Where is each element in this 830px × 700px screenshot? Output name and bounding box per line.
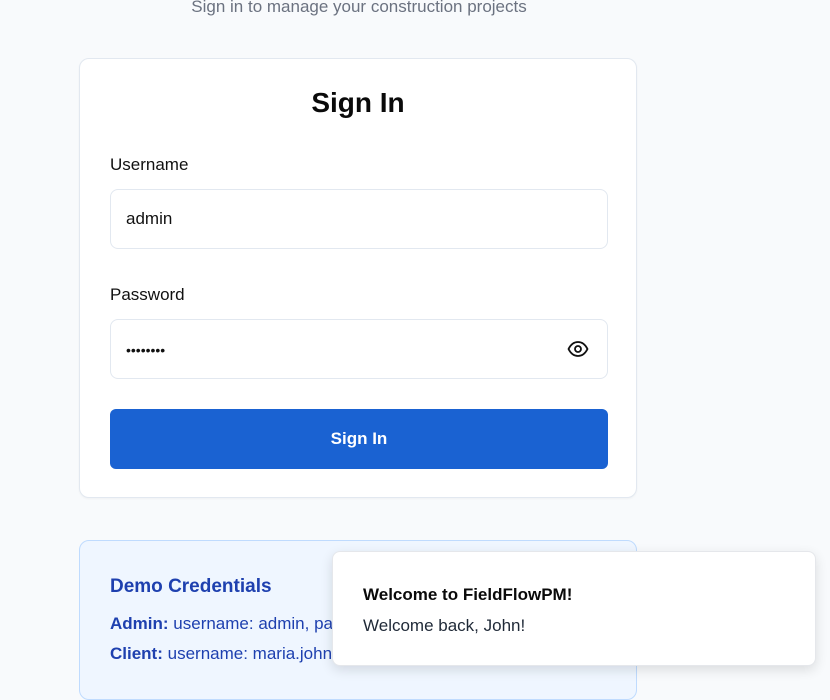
demo-admin-label: Admin:: [110, 614, 169, 633]
demo-admin-line: Admin: username: admin, pa: [110, 613, 333, 635]
signin-card: Sign In Username admin Password ••••••••…: [79, 58, 637, 498]
signin-title: Sign In: [311, 87, 405, 118]
demo-credentials-title: Demo Credentials: [110, 576, 272, 597]
demo-admin-text: username: admin, pa: [173, 614, 333, 633]
username-value: admin: [126, 209, 173, 228]
welcome-toast[interactable]: Welcome to FieldFlowPM! Welcome back, Jo…: [332, 551, 816, 666]
username-label: Username: [110, 155, 189, 174]
demo-client-label: Client:: [110, 644, 163, 663]
demo-client-line: Client: username: maria.john: [110, 643, 332, 665]
eye-icon[interactable]: [567, 340, 589, 358]
sign-in-button[interactable]: Sign In: [110, 409, 608, 469]
toast-title: Welcome to FieldFlowPM!: [363, 585, 573, 604]
demo-client-text: username: maria.john: [167, 644, 333, 663]
password-input[interactable]: ••••••••: [110, 319, 608, 379]
toast-message: Welcome back, John!: [363, 616, 526, 635]
username-input[interactable]: admin: [110, 189, 608, 249]
password-value: ••••••••: [126, 342, 166, 358]
password-label: Password: [110, 285, 185, 304]
page-subtitle: Sign in to manage your construction proj…: [191, 0, 527, 16]
